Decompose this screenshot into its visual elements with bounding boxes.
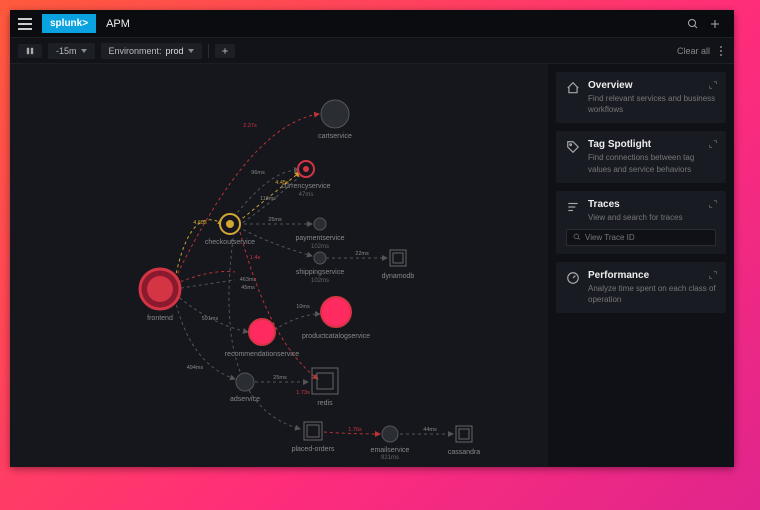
edge-label: 1.4s (250, 255, 261, 261)
edge-label: 4.65s (193, 220, 207, 226)
card-overview[interactable]: Overview Find relevant services and busi… (556, 72, 726, 123)
time-range-picker[interactable]: -15m (48, 43, 95, 59)
card-desc: View and search for traces (588, 212, 683, 223)
sidebar: Overview Find relevant services and busi… (548, 64, 734, 467)
node-label: dynamodb (382, 273, 415, 280)
node-label: cartservice (318, 133, 352, 140)
expand-icon (708, 80, 718, 90)
node-cartservice[interactable] (321, 100, 349, 128)
node-label: emailservice (371, 447, 410, 454)
card-desc: Find relevant services and business work… (588, 93, 716, 115)
pause-button[interactable] (18, 44, 42, 58)
node-label: frontend (147, 315, 173, 322)
card-tag-spotlight[interactable]: Tag Spotlight Find connections between t… (556, 131, 726, 182)
edge-label: 1.73s (296, 390, 310, 396)
search-icon[interactable] (682, 13, 704, 35)
edge-label: 2.27s (243, 123, 257, 129)
edge-label: 96ms (251, 170, 265, 176)
node-productcatalogservice[interactable] (321, 297, 351, 327)
node-cassandra[interactable] (456, 426, 472, 442)
edge-label: 25ms (273, 375, 287, 381)
edge-label: 44ms (423, 427, 437, 433)
node-sublabel: 47ms (299, 192, 314, 198)
card-title: Tag Spotlight (588, 139, 716, 150)
clear-all-button[interactable]: Clear all (677, 46, 710, 56)
node-paymentservice[interactable] (314, 218, 326, 230)
edge-label: 119ms (260, 196, 276, 202)
node-label: productcatalogservice (302, 333, 370, 340)
gauge-icon (566, 271, 580, 285)
time-range-label: -15m (56, 46, 77, 56)
trace-input-placeholder: View Trace ID (585, 233, 635, 242)
card-desc: Analyze time spent on each class of oper… (588, 283, 716, 305)
search-icon (573, 233, 581, 241)
trace-id-input[interactable]: View Trace ID (566, 229, 716, 246)
expand-icon (708, 139, 718, 149)
node-sublabel: 102ms (311, 244, 329, 250)
more-menu-button[interactable] (716, 42, 726, 60)
node-label: adservice (230, 396, 260, 403)
card-traces[interactable]: Traces View and search for traces View T… (556, 191, 726, 254)
chevron-down-icon (81, 49, 87, 53)
node-label: checkoutservice (205, 239, 255, 246)
node-label: currencyservice (281, 183, 330, 190)
menu-button[interactable] (18, 16, 34, 32)
node-adservice[interactable] (236, 373, 254, 391)
node-emailservice[interactable] (382, 426, 398, 442)
chevron-down-icon (188, 49, 194, 53)
node-label: shippingservice (296, 269, 344, 276)
node-sublabel: 102ms (311, 278, 329, 284)
card-performance[interactable]: Performance Analyze time spent on each c… (556, 262, 726, 313)
env-label: Environment: (109, 46, 162, 56)
card-title: Performance (588, 270, 716, 281)
add-icon[interactable] (704, 13, 726, 35)
edge-label: 25ms (268, 217, 282, 223)
node-dynamodb[interactable] (390, 250, 406, 266)
node-label: cassandra (448, 449, 480, 456)
home-icon (566, 81, 580, 95)
expand-icon (708, 270, 718, 280)
brand-logo: splunk> (42, 14, 96, 33)
tag-icon (566, 140, 580, 154)
edge-label: 45ms (241, 285, 255, 291)
edge-label: 10ms (296, 304, 310, 310)
edge-label: 494ms (187, 365, 204, 371)
app-title: APM (106, 18, 130, 30)
environment-picker[interactable]: Environment: prod (101, 43, 202, 59)
edge-label: 1.76s (348, 427, 362, 433)
edge-label: 463ms (240, 277, 257, 283)
node-label: redis (317, 400, 333, 407)
node-sublabel: 921ms (381, 455, 399, 461)
node-shippingservice[interactable] (314, 252, 326, 264)
node-recommendationservice[interactable] (249, 319, 275, 345)
edge-label: 591ms (202, 316, 219, 322)
card-desc: Find connections between tag values and … (588, 152, 716, 174)
expand-icon (708, 199, 718, 209)
node-redis[interactable] (312, 368, 338, 394)
card-title: Traces (588, 199, 683, 210)
node-label: recommendationservice (225, 351, 299, 358)
node-label: placed-orders (292, 446, 335, 453)
add-filter-button[interactable] (215, 44, 235, 58)
service-map-canvas[interactable]: 2.27s 96ms 4.65s 4.45s 119ms 25ms 1.4s 4… (10, 64, 548, 467)
env-value: prod (166, 46, 184, 56)
card-title: Overview (588, 80, 716, 91)
edge-label: 22ms (355, 251, 369, 257)
node-label: paymentservice (295, 235, 344, 242)
list-icon (566, 200, 580, 214)
